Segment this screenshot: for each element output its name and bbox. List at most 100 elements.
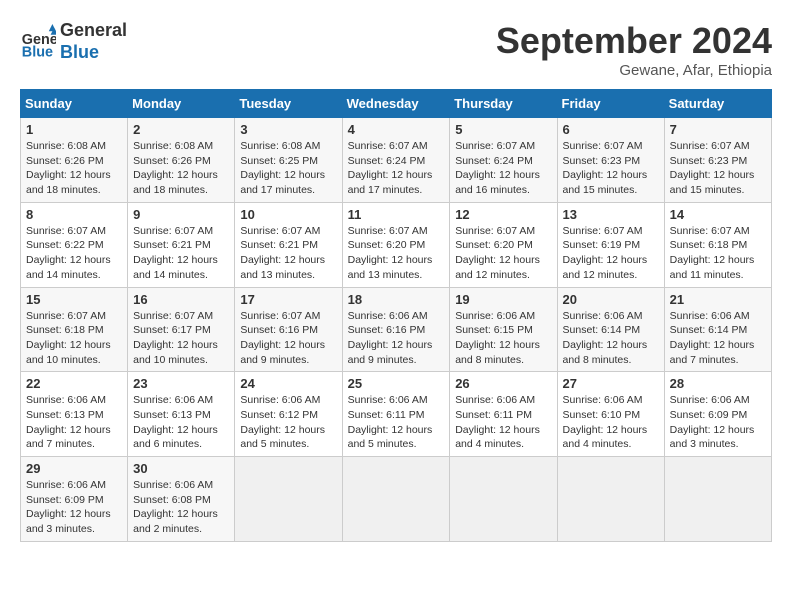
header-wednesday: Wednesday: [342, 90, 450, 118]
day-info: Sunrise: 6:06 AM Sunset: 6:13 PM Dayligh…: [26, 393, 122, 452]
calendar-day-cell: 1 Sunrise: 6:08 AM Sunset: 6:26 PM Daylig…: [21, 118, 128, 203]
calendar-day-cell: 4Sunrise: 6:07 AM Sunset: 6:24 PM Daylig…: [342, 118, 450, 203]
day-info: Sunrise: 6:07 AM Sunset: 6:18 PM Dayligh…: [670, 224, 766, 283]
day-info: Sunrise: 6:06 AM Sunset: 6:14 PM Dayligh…: [670, 309, 766, 368]
day-number: 24: [240, 376, 336, 391]
calendar-day-cell: 28 Sunrise: 6:06 AM Sunset: 6:09 PM Dayli…: [664, 372, 771, 457]
calendar-day-cell: 20 Sunrise: 6:06 AM Sunset: 6:14 PM Dayli…: [557, 287, 664, 372]
day-number: 26: [455, 376, 551, 391]
calendar-week-row: 22 Sunrise: 6:06 AM Sunset: 6:13 PM Dayli…: [21, 372, 772, 457]
day-number: 3: [240, 122, 336, 137]
day-number: 22: [26, 376, 122, 391]
day-info: Sunrise: 6:06 AM Sunset: 6:09 PM Dayligh…: [26, 478, 122, 537]
day-number: 9: [133, 207, 229, 222]
calendar-day-cell: 13Sunrise: 6:07 AM Sunset: 6:19 PM Dayli…: [557, 202, 664, 287]
day-info: Sunrise: 6:07 AM Sunset: 6:20 PM Dayligh…: [455, 224, 551, 283]
day-number: 5: [455, 122, 551, 137]
logo-blue: Blue: [60, 42, 127, 64]
day-number: 10: [240, 207, 336, 222]
calendar-table: SundayMondayTuesdayWednesdayThursdayFrid…: [20, 89, 772, 542]
calendar-day-cell: 10 Sunrise: 6:07 AM Sunset: 6:21 PM Dayli…: [235, 202, 342, 287]
header-thursday: Thursday: [450, 90, 557, 118]
day-info: Sunrise: 6:06 AM Sunset: 6:11 PM Dayligh…: [455, 393, 551, 452]
day-info: Sunrise: 6:06 AM Sunset: 6:15 PM Dayligh…: [455, 309, 551, 368]
calendar-week-row: 15 Sunrise: 6:07 AM Sunset: 6:18 PM Dayli…: [21, 287, 772, 372]
day-number: 29: [26, 461, 122, 476]
header-saturday: Saturday: [664, 90, 771, 118]
calendar-day-cell: 18Sunrise: 6:06 AM Sunset: 6:16 PM Dayli…: [342, 287, 450, 372]
day-number: 7: [670, 122, 766, 137]
day-info: Sunrise: 6:06 AM Sunset: 6:13 PM Dayligh…: [133, 393, 229, 452]
day-number: 13: [563, 207, 659, 222]
day-number: 19: [455, 292, 551, 307]
calendar-day-cell: 16Sunrise: 6:07 AM Sunset: 6:17 PM Dayli…: [128, 287, 235, 372]
header-sunday: Sunday: [21, 90, 128, 118]
day-info: Sunrise: 6:07 AM Sunset: 6:18 PM Dayligh…: [26, 309, 122, 368]
calendar-day-cell: 9Sunrise: 6:07 AM Sunset: 6:21 PM Daylig…: [128, 202, 235, 287]
calendar-day-cell: 2Sunrise: 6:08 AM Sunset: 6:26 PM Daylig…: [128, 118, 235, 203]
day-info: Sunrise: 6:07 AM Sunset: 6:24 PM Dayligh…: [348, 139, 445, 198]
day-number: 28: [670, 376, 766, 391]
calendar-day-cell: 30Sunrise: 6:06 AM Sunset: 6:08 PM Dayli…: [128, 457, 235, 542]
logo: General Blue General Blue: [20, 20, 127, 63]
day-number: 20: [563, 292, 659, 307]
calendar-day-cell: 25Sunrise: 6:06 AM Sunset: 6:11 PM Dayli…: [342, 372, 450, 457]
day-info: Sunrise: 6:08 AM Sunset: 6:26 PM Dayligh…: [26, 139, 122, 198]
day-info: Sunrise: 6:08 AM Sunset: 6:26 PM Dayligh…: [133, 139, 229, 198]
calendar-day-cell: 29 Sunrise: 6:06 AM Sunset: 6:09 PM Dayli…: [21, 457, 128, 542]
day-number: 30: [133, 461, 229, 476]
day-number: 23: [133, 376, 229, 391]
calendar-week-row: 8 Sunrise: 6:07 AM Sunset: 6:22 PM Daylig…: [21, 202, 772, 287]
day-number: 18: [348, 292, 445, 307]
calendar-day-cell: [235, 457, 342, 542]
header-tuesday: Tuesday: [235, 90, 342, 118]
calendar-day-cell: 15 Sunrise: 6:07 AM Sunset: 6:18 PM Dayli…: [21, 287, 128, 372]
day-number: 6: [563, 122, 659, 137]
day-number: 8: [26, 207, 122, 222]
calendar-day-cell: 26 Sunrise: 6:06 AM Sunset: 6:11 PM Dayli…: [450, 372, 557, 457]
day-info: Sunrise: 6:07 AM Sunset: 6:20 PM Dayligh…: [348, 224, 445, 283]
calendar-day-cell: 8 Sunrise: 6:07 AM Sunset: 6:22 PM Daylig…: [21, 202, 128, 287]
calendar-day-cell: 17Sunrise: 6:07 AM Sunset: 6:16 PM Dayli…: [235, 287, 342, 372]
title-section: September 2024 Gewane, Afar, Ethiopia: [496, 20, 772, 79]
calendar-day-cell: [664, 457, 771, 542]
calendar-header-row: SundayMondayTuesdayWednesdayThursdayFrid…: [21, 90, 772, 118]
day-number: 1: [26, 122, 122, 137]
day-number: 25: [348, 376, 445, 391]
month-title: September 2024: [496, 20, 772, 62]
day-info: Sunrise: 6:07 AM Sunset: 6:23 PM Dayligh…: [563, 139, 659, 198]
day-info: Sunrise: 6:06 AM Sunset: 6:14 PM Dayligh…: [563, 309, 659, 368]
calendar-day-cell: 27Sunrise: 6:06 AM Sunset: 6:10 PM Dayli…: [557, 372, 664, 457]
day-info: Sunrise: 6:07 AM Sunset: 6:22 PM Dayligh…: [26, 224, 122, 283]
day-number: 16: [133, 292, 229, 307]
location: Gewane, Afar, Ethiopia: [496, 62, 772, 79]
calendar-day-cell: [450, 457, 557, 542]
day-info: Sunrise: 6:06 AM Sunset: 6:12 PM Dayligh…: [240, 393, 336, 452]
calendar-day-cell: 22 Sunrise: 6:06 AM Sunset: 6:13 PM Dayli…: [21, 372, 128, 457]
logo-general: General: [60, 20, 127, 42]
day-number: 12: [455, 207, 551, 222]
day-info: Sunrise: 6:07 AM Sunset: 6:24 PM Dayligh…: [455, 139, 551, 198]
day-info: Sunrise: 6:07 AM Sunset: 6:23 PM Dayligh…: [670, 139, 766, 198]
calendar-day-cell: 19 Sunrise: 6:06 AM Sunset: 6:15 PM Dayli…: [450, 287, 557, 372]
calendar-day-cell: [342, 457, 450, 542]
day-number: 17: [240, 292, 336, 307]
calendar-day-cell: 6 Sunrise: 6:07 AM Sunset: 6:23 PM Daylig…: [557, 118, 664, 203]
calendar-day-cell: 23 Sunrise: 6:06 AM Sunset: 6:13 PM Dayli…: [128, 372, 235, 457]
day-info: Sunrise: 6:07 AM Sunset: 6:21 PM Dayligh…: [240, 224, 336, 283]
calendar-day-cell: 7 Sunrise: 6:07 AM Sunset: 6:23 PM Daylig…: [664, 118, 771, 203]
day-info: Sunrise: 6:06 AM Sunset: 6:09 PM Dayligh…: [670, 393, 766, 452]
page-header: General Blue General Blue September 2024…: [20, 20, 772, 79]
svg-text:Blue: Blue: [22, 44, 53, 60]
calendar-day-cell: 11Sunrise: 6:07 AM Sunset: 6:20 PM Dayli…: [342, 202, 450, 287]
calendar-day-cell: 12 Sunrise: 6:07 AM Sunset: 6:20 PM Dayli…: [450, 202, 557, 287]
logo-icon: General Blue: [20, 24, 56, 60]
day-info: Sunrise: 6:08 AM Sunset: 6:25 PM Dayligh…: [240, 139, 336, 198]
calendar-day-cell: 24 Sunrise: 6:06 AM Sunset: 6:12 PM Dayli…: [235, 372, 342, 457]
calendar-day-cell: 5 Sunrise: 6:07 AM Sunset: 6:24 PM Daylig…: [450, 118, 557, 203]
day-number: 15: [26, 292, 122, 307]
calendar-day-cell: 21Sunrise: 6:06 AM Sunset: 6:14 PM Dayli…: [664, 287, 771, 372]
calendar-week-row: 29 Sunrise: 6:06 AM Sunset: 6:09 PM Dayli…: [21, 457, 772, 542]
header-friday: Friday: [557, 90, 664, 118]
header-monday: Monday: [128, 90, 235, 118]
